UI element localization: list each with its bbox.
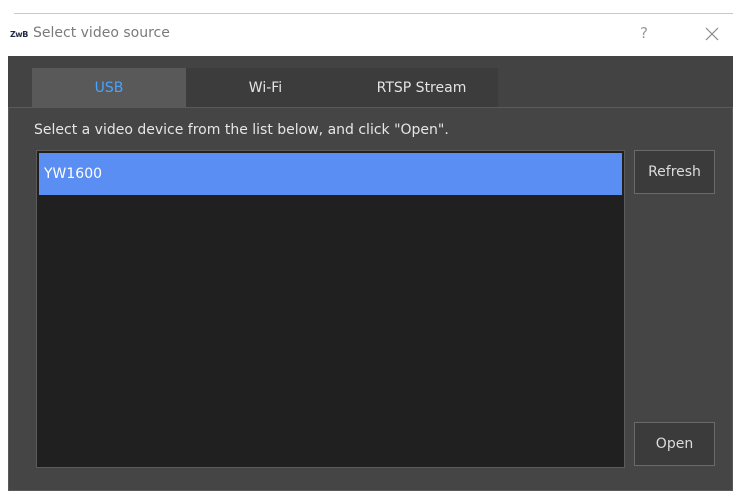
help-button[interactable]: ? bbox=[640, 24, 648, 42]
tab-bar: USB Wi-Fi RTSP Stream bbox=[32, 68, 498, 107]
dialog-body: USB Wi-Fi RTSP Stream Select a video dev… bbox=[8, 56, 733, 491]
tab-usb[interactable]: USB bbox=[32, 68, 186, 107]
title-bar: ZwB Select video source ? bbox=[0, 14, 733, 56]
tab-wifi[interactable]: Wi-Fi bbox=[186, 68, 345, 107]
device-list[interactable]: YW1600 bbox=[36, 150, 625, 468]
close-icon bbox=[705, 27, 719, 41]
app-logo-icon: ZwB bbox=[10, 30, 28, 39]
close-button[interactable] bbox=[700, 22, 724, 46]
window-title: Select video source bbox=[33, 25, 170, 41]
open-button[interactable]: Open bbox=[634, 422, 715, 466]
refresh-button[interactable]: Refresh bbox=[634, 150, 715, 194]
instruction-text: Select a video device from the list belo… bbox=[34, 122, 449, 138]
tab-rtsp-stream[interactable]: RTSP Stream bbox=[345, 68, 498, 107]
list-item[interactable]: YW1600 bbox=[39, 153, 622, 195]
top-strip bbox=[0, 0, 733, 14]
